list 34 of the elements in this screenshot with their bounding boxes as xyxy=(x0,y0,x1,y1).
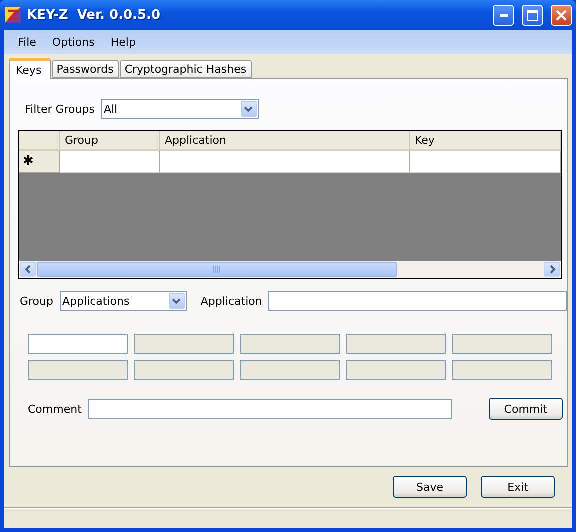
close-icon xyxy=(556,10,567,20)
tab[interactable]: Passwords xyxy=(52,60,119,78)
table-cell[interactable] xyxy=(60,151,160,173)
window-title: KEY-Z Ver. 0.0.5.0 xyxy=(27,8,162,22)
filter-groups-dropdown[interactable]: All xyxy=(100,99,259,119)
table-cell[interactable] xyxy=(160,151,410,173)
commit-button[interactable]: Commit xyxy=(488,398,563,420)
menu-item[interactable]: Help xyxy=(102,36,144,48)
dialog-button[interactable]: Exit xyxy=(481,476,555,498)
dialog-button[interactable]: Save xyxy=(393,476,467,498)
comment-label: Comment xyxy=(28,402,82,416)
minimize-button[interactable] xyxy=(493,4,514,26)
maximize-button[interactable] xyxy=(522,4,543,26)
maximize-icon xyxy=(527,10,538,20)
application-label: Application xyxy=(200,294,262,308)
scroll-right-icon[interactable] xyxy=(544,262,560,277)
horizontal-scrollbar[interactable] xyxy=(19,261,561,278)
close-button[interactable] xyxy=(551,4,572,26)
group-label: Group xyxy=(20,294,54,308)
tab[interactable]: Keys xyxy=(9,58,51,79)
table-cell[interactable] xyxy=(410,151,561,173)
group-dropdown[interactable]: Applications xyxy=(60,291,187,311)
minimize-icon xyxy=(500,14,508,16)
comment-field[interactable] xyxy=(88,399,452,419)
scroll-thumb[interactable] xyxy=(37,262,397,277)
menu-item[interactable]: Options xyxy=(44,36,103,48)
new-row-marker: ✱ xyxy=(19,151,60,173)
scroll-left-icon[interactable] xyxy=(20,262,36,277)
key-field[interactable] xyxy=(28,334,128,354)
filter-groups-label: Filter Groups xyxy=(25,102,95,116)
app-logo-icon xyxy=(5,7,21,23)
tab[interactable]: Cryptographic Hashes xyxy=(120,60,252,78)
menu-item[interactable]: File xyxy=(10,36,44,48)
application-field[interactable] xyxy=(268,291,567,311)
